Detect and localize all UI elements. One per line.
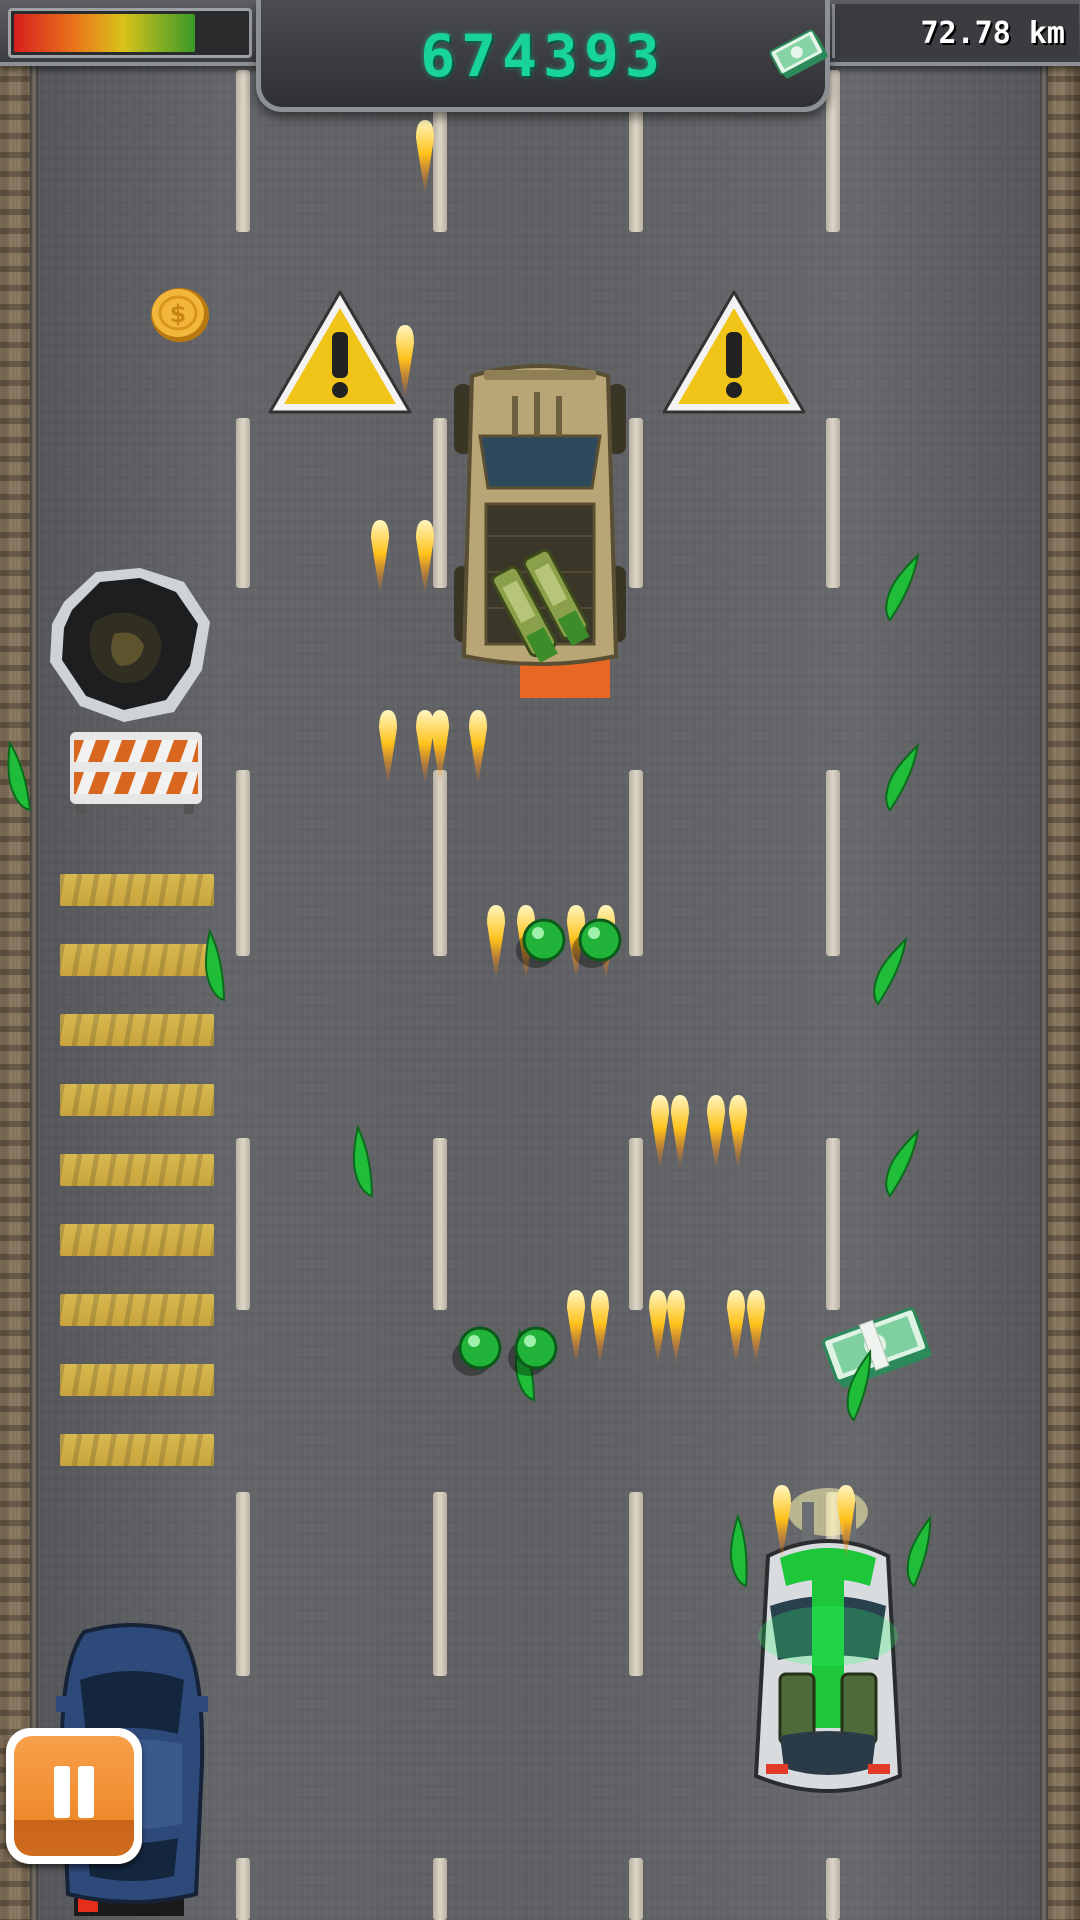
player-green-bullet: [873, 936, 908, 1006]
player-green-bullet: [204, 928, 226, 1002]
pause-icon: [14, 1736, 134, 1856]
distance-readout: 72.78 km: [920, 16, 1066, 51]
enemy-fire-bullet: [773, 1485, 791, 1561]
grenade-highlight: [532, 927, 544, 939]
game-scene: $ 72.78 km 674393: [0, 0, 1080, 1920]
grenade-highlight: [524, 1335, 536, 1347]
player-green-bullet: [7, 739, 32, 812]
enemy-fire-bullet: [487, 905, 505, 981]
green-grenade: [458, 1326, 502, 1370]
enemy-fire-bullet: [431, 710, 449, 786]
player-green-bullet: [906, 1514, 932, 1588]
enemy-fire-bullet: [671, 1095, 689, 1171]
player-green-bullet: [729, 1513, 748, 1588]
green-grenade: [522, 918, 566, 962]
player-green-bullet: [885, 1128, 920, 1198]
player-green-bullet: [885, 552, 920, 622]
enemy-fire-bullet: [649, 1290, 667, 1366]
enemy-fire-bullet: [651, 1095, 669, 1171]
health-bar-frame: [8, 8, 252, 58]
pause-icon-bar: [78, 1766, 94, 1818]
health-bar: [14, 14, 195, 52]
enemy-fire-bullet: [416, 710, 434, 786]
green-grenade: [578, 918, 622, 962]
player-green-bullet: [846, 1348, 872, 1422]
projectiles-layer: [7, 120, 932, 1588]
enemy-fire-bullet: [707, 1095, 725, 1171]
score-readout: 674393: [420, 22, 666, 90]
distance-panel: 72.78 km: [832, 4, 1079, 58]
enemy-fire-bullet: [727, 1290, 745, 1366]
score-panel: 674393: [256, 0, 830, 112]
enemy-fire-bullet: [396, 325, 414, 401]
pause-button[interactable]: [6, 1728, 142, 1864]
enemy-fire-bullet: [837, 1485, 855, 1561]
enemy-fire-bullet: [371, 520, 389, 596]
enemy-fire-bullet: [416, 120, 434, 196]
enemy-fire-bullet: [591, 1290, 609, 1366]
player-green-bullet: [885, 742, 920, 812]
grenade-highlight: [588, 927, 600, 939]
enemy-fire-bullet: [747, 1290, 765, 1366]
enemy-fire-bullet: [667, 1290, 685, 1366]
enemy-fire-bullet: [567, 1290, 585, 1366]
cash-stack-icon: [769, 29, 828, 79]
grenade-highlight: [468, 1335, 480, 1347]
enemy-fire-bullet: [416, 520, 434, 596]
enemy-fire-bullet: [379, 710, 397, 786]
enemy-fire-bullet: [469, 710, 487, 786]
enemy-fire-bullet: [729, 1095, 747, 1171]
pause-icon-bar: [54, 1766, 70, 1818]
green-grenade: [514, 1326, 558, 1370]
player-green-bullet: [352, 1124, 374, 1198]
